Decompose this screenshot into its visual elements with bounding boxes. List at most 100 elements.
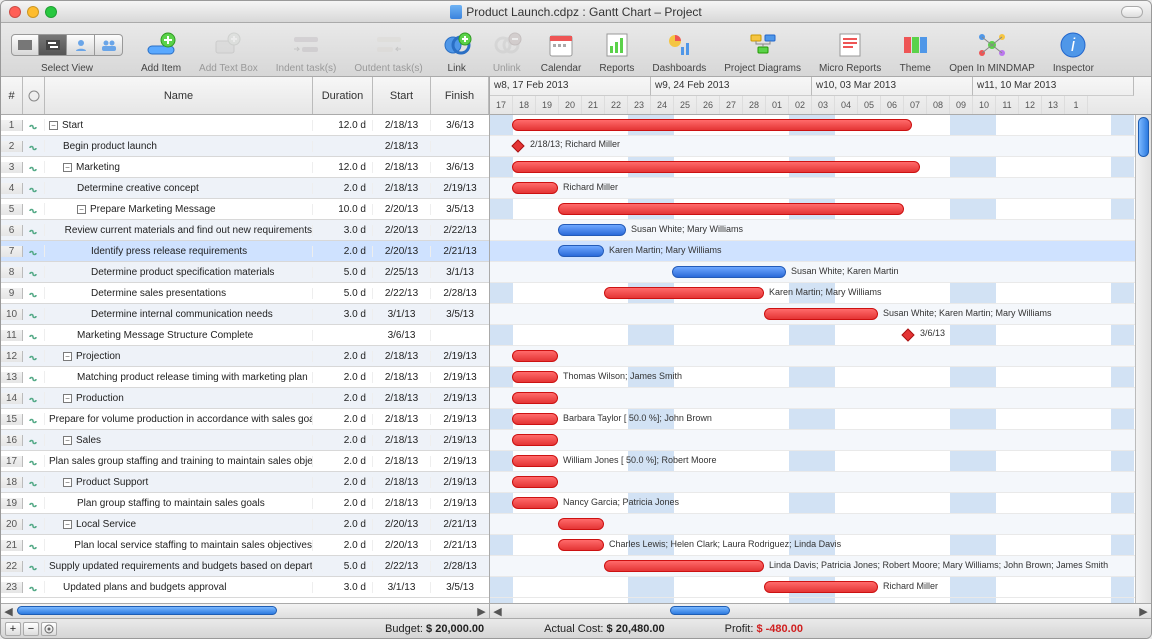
table-row[interactable]: 1−Start12.0 d2/18/133/6/13 (1, 115, 489, 136)
scroll-right-icon[interactable]: ▶ (474, 604, 489, 619)
start-cell[interactable]: 3/1/13 (373, 309, 431, 320)
gantt-row[interactable]: 2/18/13; Richard Miller (490, 136, 1151, 157)
collapse-toggle[interactable]: − (63, 478, 72, 487)
start-cell[interactable]: 2/18/13 (373, 120, 431, 131)
gantt-row[interactable]: Richard Miller (490, 577, 1151, 598)
gantt-row[interactable]: Charles Lewis; Helen Clark; Laura Rodrig… (490, 535, 1151, 556)
settings-button[interactable] (41, 622, 57, 636)
table-row[interactable]: 18−Product Support2.0 d2/18/132/19/13 (1, 472, 489, 493)
gantt-row[interactable] (490, 514, 1151, 535)
finish-cell[interactable]: 3/5/13 (431, 582, 489, 593)
start-cell[interactable]: 2/25/13 (373, 267, 431, 278)
duration-cell[interactable]: 2.0 d (313, 477, 373, 488)
duration-cell[interactable]: 3.0 d (313, 582, 373, 593)
start-cell[interactable]: 3/6/13 (373, 330, 431, 341)
start-cell[interactable]: 2/22/13 (373, 288, 431, 299)
table-row[interactable]: 3−Marketing12.0 d2/18/133/6/13 (1, 157, 489, 178)
gantt-bar[interactable] (558, 518, 604, 530)
col-number[interactable]: # (1, 77, 23, 114)
collapse-toggle[interactable]: − (63, 352, 72, 361)
open-mindmap-group[interactable]: Open In MINDMAP (949, 28, 1035, 74)
start-cell[interactable]: 2/18/13 (373, 477, 431, 488)
gantt-row[interactable] (490, 472, 1151, 493)
gantt-bar[interactable]: Linda Davis; Patricia Jones; Robert Moor… (604, 560, 764, 572)
reports-group[interactable]: Reports (599, 28, 634, 74)
col-name[interactable]: Name (45, 77, 313, 114)
view-resource-button[interactable] (67, 34, 95, 56)
finish-cell[interactable]: 2/21/13 (431, 246, 489, 257)
task-name-cell[interactable]: Plan group staffing to maintain sales go… (45, 498, 313, 509)
task-name-cell[interactable]: −Prepare Marketing Message (45, 204, 313, 215)
gantt-row[interactable]: William Jones [ 50.0 %]; Robert Moore (490, 451, 1151, 472)
task-name-cell[interactable]: −Marketing (45, 162, 313, 173)
gantt-bar[interactable]: Karen Martin; Mary Williams (604, 287, 764, 299)
duration-cell[interactable]: 5.0 d (313, 288, 373, 299)
table-row[interactable]: 8Determine product specification materia… (1, 262, 489, 283)
duration-cell[interactable]: 3.0 d (313, 225, 373, 236)
start-cell[interactable]: 3/1/13 (373, 582, 431, 593)
finish-cell[interactable]: 2/19/13 (431, 477, 489, 488)
vscroll-thumb[interactable] (1138, 117, 1149, 157)
duration-cell[interactable]: 2.0 d (313, 414, 373, 425)
gantt-row[interactable] (490, 346, 1151, 367)
gantt-row[interactable]: Linda Davis; Patricia Jones; Robert Moor… (490, 556, 1151, 577)
table-row[interactable]: 14−Production2.0 d2/18/132/19/13 (1, 388, 489, 409)
vertical-scrollbar[interactable] (1135, 115, 1151, 603)
task-name-cell[interactable]: −Sales (45, 435, 313, 446)
add-item-group[interactable]: Add Item (141, 28, 181, 74)
table-row[interactable]: 20−Local Service2.0 d2/20/132/21/13 (1, 514, 489, 535)
start-cell[interactable]: 2/20/13 (373, 519, 431, 530)
task-name-cell[interactable]: −Start (45, 120, 313, 131)
duration-cell[interactable]: 5.0 d (313, 267, 373, 278)
finish-cell[interactable]: 2/22/13 (431, 225, 489, 236)
gantt-bar[interactable]: Susan White; Karen Martin (672, 266, 786, 278)
task-name-cell[interactable]: −Product Support (45, 477, 313, 488)
gantt-row[interactable] (490, 157, 1151, 178)
gantt-bar[interactable]: Richard Miller (764, 581, 878, 593)
gantt-row[interactable]: Karen Martin; Mary Williams (490, 283, 1151, 304)
gantt-row[interactable] (490, 430, 1151, 451)
start-cell[interactable]: 2/18/13 (373, 162, 431, 173)
table-row[interactable]: 22Supply updated requirements and budget… (1, 556, 489, 577)
task-name-cell[interactable]: Marketing Message Structure Complete (45, 330, 313, 341)
gantt-row[interactable]: Karen Martin; Mary Williams (490, 241, 1151, 262)
table-row[interactable]: 10Determine internal communication needs… (1, 304, 489, 325)
milestone-marker[interactable]: 2/18/13; Richard Miller (512, 140, 524, 152)
task-name-cell[interactable]: Supply updated requirements and budgets … (45, 561, 313, 572)
table-row[interactable]: 11Marketing Message Structure Complete3/… (1, 325, 489, 346)
gantt-row[interactable] (490, 115, 1151, 136)
finish-cell[interactable]: 3/5/13 (431, 204, 489, 215)
duration-cell[interactable]: 2.0 d (313, 393, 373, 404)
task-name-cell[interactable]: Review current materials and find out ne… (45, 225, 313, 236)
start-cell[interactable]: 2/18/13 (373, 141, 431, 152)
micro-reports-group[interactable]: Micro Reports (819, 28, 881, 74)
gantt-bar[interactable] (512, 392, 558, 404)
gantt-bar[interactable]: Susan White; Karen Martin; Mary Williams (764, 308, 878, 320)
finish-cell[interactable]: 2/19/13 (431, 351, 489, 362)
gantt-bar[interactable]: William Jones [ 50.0 %]; Robert Moore (512, 455, 558, 467)
task-name-cell[interactable]: −Projection (45, 351, 313, 362)
gantt-row[interactable]: Susan White; Mary Williams (490, 220, 1151, 241)
table-row[interactable]: 5−Prepare Marketing Message10.0 d2/20/13… (1, 199, 489, 220)
toolbar-toggle-button[interactable] (1121, 6, 1143, 18)
task-name-cell[interactable]: Determine internal communication needs (45, 309, 313, 320)
start-cell[interactable]: 2/18/13 (373, 183, 431, 194)
col-duration[interactable]: Duration (313, 77, 373, 114)
gantt-row[interactable]: Susan White; Karen Martin (490, 262, 1151, 283)
table-row[interactable]: 21Plan local service staffing to maintai… (1, 535, 489, 556)
collapse-toggle[interactable]: − (63, 520, 72, 529)
titlebar[interactable]: Product Launch.cdpz : Gantt Chart – Proj… (1, 1, 1151, 23)
duration-cell[interactable]: 2.0 d (313, 435, 373, 446)
remove-row-button[interactable]: − (23, 622, 39, 636)
view-gantt-button[interactable] (39, 34, 67, 56)
gantt-bar[interactable] (512, 161, 920, 173)
dashboards-group[interactable]: Dashboards (652, 28, 706, 74)
duration-cell[interactable]: 3.0 d (313, 309, 373, 320)
task-name-cell[interactable]: Plan sales group staffing and training t… (45, 456, 313, 467)
gantt-row[interactable]: Susan White; Karen Martin; Mary Williams (490, 304, 1151, 325)
collapse-toggle[interactable]: − (49, 121, 58, 130)
table-row[interactable]: 2Begin product launch2/18/13 (1, 136, 489, 157)
left-hscroll[interactable]: ◀ ▶ (1, 603, 489, 618)
milestone-marker[interactable]: 3/6/13 (902, 329, 914, 341)
inspector-group[interactable]: i Inspector (1053, 28, 1094, 74)
